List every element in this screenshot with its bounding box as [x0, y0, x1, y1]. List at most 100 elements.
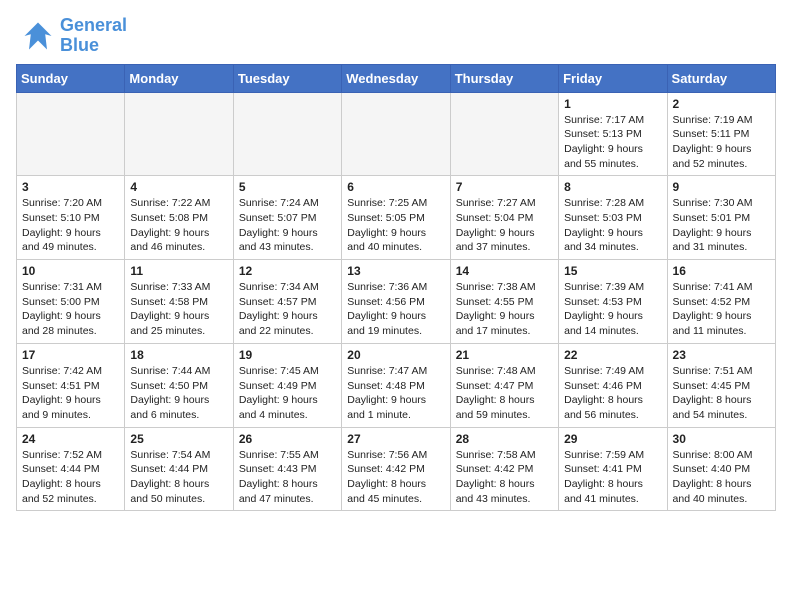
- day-info: Sunrise: 7:31 AM Sunset: 5:00 PM Dayligh…: [22, 280, 119, 339]
- day-info: Sunrise: 7:24 AM Sunset: 5:07 PM Dayligh…: [239, 196, 336, 255]
- weekday-header-wednesday: Wednesday: [342, 64, 450, 92]
- day-number: 23: [673, 348, 770, 362]
- day-info: Sunrise: 7:20 AM Sunset: 5:10 PM Dayligh…: [22, 196, 119, 255]
- day-number: 13: [347, 264, 444, 278]
- day-info: Sunrise: 7:17 AM Sunset: 5:13 PM Dayligh…: [564, 113, 661, 172]
- day-info: Sunrise: 7:52 AM Sunset: 4:44 PM Dayligh…: [22, 448, 119, 507]
- day-info: Sunrise: 7:38 AM Sunset: 4:55 PM Dayligh…: [456, 280, 553, 339]
- day-number: 12: [239, 264, 336, 278]
- day-info: Sunrise: 7:47 AM Sunset: 4:48 PM Dayligh…: [347, 364, 444, 423]
- day-number: 4: [130, 180, 227, 194]
- day-info: Sunrise: 7:25 AM Sunset: 5:05 PM Dayligh…: [347, 196, 444, 255]
- day-info: Sunrise: 7:49 AM Sunset: 4:46 PM Dayligh…: [564, 364, 661, 423]
- calendar-cell: 19 Sunrise: 7:45 AM Sunset: 4:49 PM Dayli…: [233, 343, 341, 427]
- calendar-cell: 16 Sunrise: 7:41 AM Sunset: 4:52 PM Dayli…: [667, 260, 775, 344]
- calendar-cell: 10 Sunrise: 7:31 AM Sunset: 5:00 PM Dayli…: [17, 260, 125, 344]
- day-info: Sunrise: 7:44 AM Sunset: 4:50 PM Dayligh…: [130, 364, 227, 423]
- calendar-cell: 2 Sunrise: 7:19 AM Sunset: 5:11 PM Daylig…: [667, 92, 775, 176]
- day-number: 26: [239, 432, 336, 446]
- calendar-cell: 12 Sunrise: 7:34 AM Sunset: 4:57 PM Dayli…: [233, 260, 341, 344]
- day-number: 28: [456, 432, 553, 446]
- day-number: 30: [673, 432, 770, 446]
- day-number: 25: [130, 432, 227, 446]
- calendar-cell: 24 Sunrise: 7:52 AM Sunset: 4:44 PM Dayli…: [17, 427, 125, 511]
- day-info: Sunrise: 7:34 AM Sunset: 4:57 PM Dayligh…: [239, 280, 336, 339]
- day-info: Sunrise: 7:59 AM Sunset: 4:41 PM Dayligh…: [564, 448, 661, 507]
- calendar-cell: 3 Sunrise: 7:20 AM Sunset: 5:10 PM Daylig…: [17, 176, 125, 260]
- calendar-cell: 22 Sunrise: 7:49 AM Sunset: 4:46 PM Dayli…: [559, 343, 667, 427]
- day-number: 3: [22, 180, 119, 194]
- day-info: Sunrise: 8:00 AM Sunset: 4:40 PM Dayligh…: [673, 448, 770, 507]
- week-row-2: 3 Sunrise: 7:20 AM Sunset: 5:10 PM Daylig…: [17, 176, 776, 260]
- day-info: Sunrise: 7:30 AM Sunset: 5:01 PM Dayligh…: [673, 196, 770, 255]
- weekday-header-row: SundayMondayTuesdayWednesdayThursdayFrid…: [17, 64, 776, 92]
- calendar-cell: 30 Sunrise: 8:00 AM Sunset: 4:40 PM Dayli…: [667, 427, 775, 511]
- day-number: 1: [564, 97, 661, 111]
- day-number: 5: [239, 180, 336, 194]
- page-header: General Blue: [0, 0, 792, 64]
- day-info: Sunrise: 7:45 AM Sunset: 4:49 PM Dayligh…: [239, 364, 336, 423]
- day-number: 21: [456, 348, 553, 362]
- logo-text: General Blue: [60, 16, 127, 56]
- day-info: Sunrise: 7:36 AM Sunset: 4:56 PM Dayligh…: [347, 280, 444, 339]
- calendar-table: SundayMondayTuesdayWednesdayThursdayFrid…: [16, 64, 776, 512]
- day-info: Sunrise: 7:41 AM Sunset: 4:52 PM Dayligh…: [673, 280, 770, 339]
- day-number: 18: [130, 348, 227, 362]
- calendar-cell: 15 Sunrise: 7:39 AM Sunset: 4:53 PM Dayli…: [559, 260, 667, 344]
- calendar-cell: 18 Sunrise: 7:44 AM Sunset: 4:50 PM Dayli…: [125, 343, 233, 427]
- week-row-4: 17 Sunrise: 7:42 AM Sunset: 4:51 PM Dayli…: [17, 343, 776, 427]
- day-number: 16: [673, 264, 770, 278]
- calendar-cell: [450, 92, 558, 176]
- calendar-wrapper: SundayMondayTuesdayWednesdayThursdayFrid…: [0, 64, 792, 520]
- day-number: 2: [673, 97, 770, 111]
- day-number: 22: [564, 348, 661, 362]
- day-info: Sunrise: 7:54 AM Sunset: 4:44 PM Dayligh…: [130, 448, 227, 507]
- calendar-cell: 26 Sunrise: 7:55 AM Sunset: 4:43 PM Dayli…: [233, 427, 341, 511]
- calendar-cell: [342, 92, 450, 176]
- day-info: Sunrise: 7:58 AM Sunset: 4:42 PM Dayligh…: [456, 448, 553, 507]
- day-number: 20: [347, 348, 444, 362]
- day-number: 9: [673, 180, 770, 194]
- day-info: Sunrise: 7:27 AM Sunset: 5:04 PM Dayligh…: [456, 196, 553, 255]
- weekday-header-thursday: Thursday: [450, 64, 558, 92]
- day-number: 11: [130, 264, 227, 278]
- day-info: Sunrise: 7:55 AM Sunset: 4:43 PM Dayligh…: [239, 448, 336, 507]
- weekday-header-saturday: Saturday: [667, 64, 775, 92]
- calendar-cell: 17 Sunrise: 7:42 AM Sunset: 4:51 PM Dayli…: [17, 343, 125, 427]
- day-number: 15: [564, 264, 661, 278]
- day-number: 8: [564, 180, 661, 194]
- day-info: Sunrise: 7:28 AM Sunset: 5:03 PM Dayligh…: [564, 196, 661, 255]
- calendar-cell: 21 Sunrise: 7:48 AM Sunset: 4:47 PM Dayli…: [450, 343, 558, 427]
- day-info: Sunrise: 7:42 AM Sunset: 4:51 PM Dayligh…: [22, 364, 119, 423]
- day-info: Sunrise: 7:22 AM Sunset: 5:08 PM Dayligh…: [130, 196, 227, 255]
- calendar-cell: 14 Sunrise: 7:38 AM Sunset: 4:55 PM Dayli…: [450, 260, 558, 344]
- logo-icon: [20, 18, 56, 54]
- day-info: Sunrise: 7:33 AM Sunset: 4:58 PM Dayligh…: [130, 280, 227, 339]
- day-number: 24: [22, 432, 119, 446]
- day-info: Sunrise: 7:56 AM Sunset: 4:42 PM Dayligh…: [347, 448, 444, 507]
- calendar-cell: 6 Sunrise: 7:25 AM Sunset: 5:05 PM Daylig…: [342, 176, 450, 260]
- day-info: Sunrise: 7:51 AM Sunset: 4:45 PM Dayligh…: [673, 364, 770, 423]
- day-info: Sunrise: 7:39 AM Sunset: 4:53 PM Dayligh…: [564, 280, 661, 339]
- day-number: 7: [456, 180, 553, 194]
- logo: General Blue: [20, 16, 127, 56]
- calendar-cell: 25 Sunrise: 7:54 AM Sunset: 4:44 PM Dayli…: [125, 427, 233, 511]
- week-row-5: 24 Sunrise: 7:52 AM Sunset: 4:44 PM Dayli…: [17, 427, 776, 511]
- day-number: 14: [456, 264, 553, 278]
- weekday-header-sunday: Sunday: [17, 64, 125, 92]
- day-info: Sunrise: 7:48 AM Sunset: 4:47 PM Dayligh…: [456, 364, 553, 423]
- day-number: 29: [564, 432, 661, 446]
- weekday-header-tuesday: Tuesday: [233, 64, 341, 92]
- calendar-cell: 27Sunrise: 7:56 AM Sunset: 4:42 PM Dayli…: [342, 427, 450, 511]
- weekday-header-friday: Friday: [559, 64, 667, 92]
- day-number: 17: [22, 348, 119, 362]
- day-number: 6: [347, 180, 444, 194]
- calendar-cell: [125, 92, 233, 176]
- calendar-cell: 5 Sunrise: 7:24 AM Sunset: 5:07 PM Daylig…: [233, 176, 341, 260]
- calendar-cell: 9 Sunrise: 7:30 AM Sunset: 5:01 PM Daylig…: [667, 176, 775, 260]
- day-number: 10: [22, 264, 119, 278]
- day-info: Sunrise: 7:19 AM Sunset: 5:11 PM Dayligh…: [673, 113, 770, 172]
- weekday-header-monday: Monday: [125, 64, 233, 92]
- day-number: 19: [239, 348, 336, 362]
- calendar-cell: [233, 92, 341, 176]
